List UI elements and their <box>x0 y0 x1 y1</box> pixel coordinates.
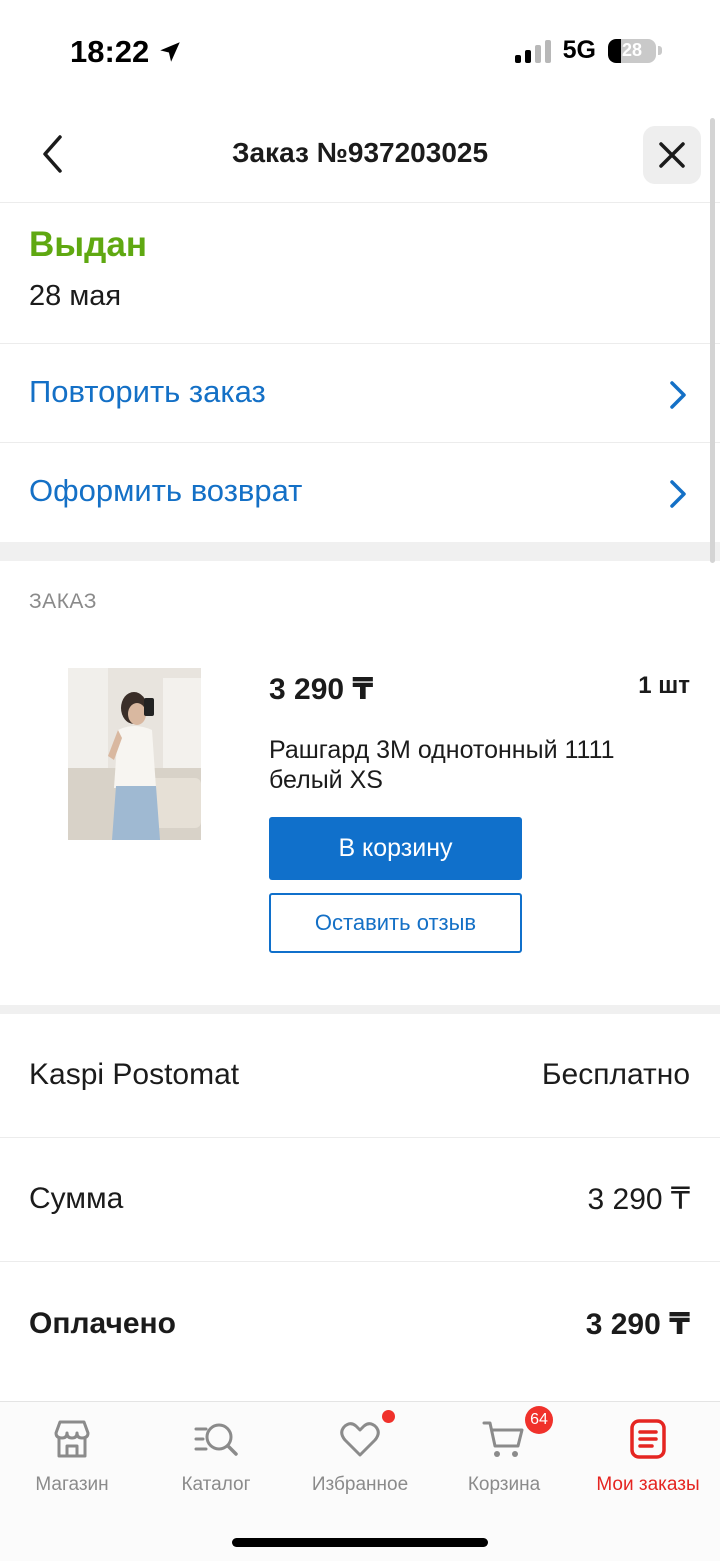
battery-icon: 28 <box>608 38 656 63</box>
nav-item-my-orders[interactable]: Мои заказы <box>576 1416 720 1506</box>
battery-level: 28 <box>621 40 643 60</box>
cart-icon <box>482 1421 524 1457</box>
nav-label-my-orders: Мои заказы <box>596 1474 700 1495</box>
order-item: 3 290 ₸ 1 шт Рашгард 3M однотонный 1111 … <box>0 640 720 1005</box>
nav-label-favorites: Избранное <box>311 1474 409 1495</box>
orders-icon <box>630 1419 666 1459</box>
nav-item-catalog[interactable]: Каталог <box>144 1416 288 1506</box>
store-icon <box>54 1420 90 1458</box>
product-photo <box>68 668 201 840</box>
chevron-right-icon <box>670 480 686 508</box>
return-order-label: Оформить возврат <box>29 473 303 508</box>
nav-item-store[interactable]: Магазин <box>0 1416 144 1506</box>
favorites-dot <box>382 1410 395 1423</box>
repeat-order-row[interactable]: Повторить заказ <box>0 344 720 443</box>
paid-row: Оплачено 3 290 ₸ <box>0 1263 720 1387</box>
close-icon <box>659 142 685 168</box>
signal-icon <box>514 39 551 63</box>
nav-item-cart[interactable]: 64 Корзина <box>432 1406 576 1506</box>
sum-value: 3 290 ₸ <box>587 1183 691 1216</box>
order-status-label: Выдан <box>29 225 147 264</box>
time-text: 18:22 <box>70 34 150 69</box>
section-divider <box>0 542 720 561</box>
paid-label: Оплачено <box>29 1307 176 1340</box>
delivery-label: Kaspi Postomat <box>29 1058 240 1091</box>
status-bar: 18:22 5G 28 <box>0 0 720 105</box>
close-button[interactable] <box>643 126 701 184</box>
add-to-cart-button[interactable]: В корзину <box>269 817 522 880</box>
heart-icon <box>340 1422 380 1457</box>
status-indicators: 5G 28 <box>514 36 662 65</box>
delivery-value: Бесплатно <box>541 1058 690 1091</box>
item-price: 3 290 ₸ <box>269 673 374 706</box>
sum-label: Сумма <box>29 1182 124 1215</box>
battery-fill <box>608 38 622 63</box>
order-section-title: ЗАКАЗ <box>29 590 97 613</box>
section-divider <box>0 1005 720 1014</box>
catalog-search-icon <box>194 1423 238 1456</box>
return-order-row[interactable]: Оформить возврат <box>0 443 720 542</box>
nav-label-catalog: Каталог <box>181 1474 251 1495</box>
cart-badge: 64 <box>525 1406 553 1434</box>
paid-value: 3 290 ₸ <box>585 1308 690 1341</box>
chevron-right-icon <box>670 381 686 409</box>
item-quantity: 1 шт <box>638 672 690 699</box>
product-image[interactable] <box>68 668 201 840</box>
order-status-block: Выдан 28 мая <box>0 203 720 344</box>
sum-row: Сумма 3 290 ₸ <box>0 1138 720 1262</box>
order-status-date: 28 мая <box>29 280 122 312</box>
network-type: 5G <box>562 36 596 64</box>
page-title: Заказ №937203025 <box>231 137 489 168</box>
nav-item-favorites[interactable]: Избранное <box>288 1410 432 1506</box>
status-time: 18:22 <box>70 34 183 70</box>
bottom-navigation: Магазин Каталог Избранное 64 Корзина Мои… <box>0 1401 720 1561</box>
leave-review-button[interactable]: Оставить отзыв <box>269 893 522 953</box>
delivery-row: Kaspi Postomat Бесплатно <box>0 1014 720 1138</box>
repeat-order-label: Повторить заказ <box>29 374 266 409</box>
nav-label-cart: Корзина <box>467 1474 541 1495</box>
location-arrow-icon <box>160 42 181 62</box>
order-header: Заказ №937203025 <box>0 105 720 203</box>
nav-label-store: Магазин <box>35 1474 109 1495</box>
item-name[interactable]: Рашгард 3M однотонный 1111 белый XS <box>269 735 629 795</box>
scrollbar[interactable] <box>710 118 715 563</box>
home-indicator <box>232 1538 488 1547</box>
